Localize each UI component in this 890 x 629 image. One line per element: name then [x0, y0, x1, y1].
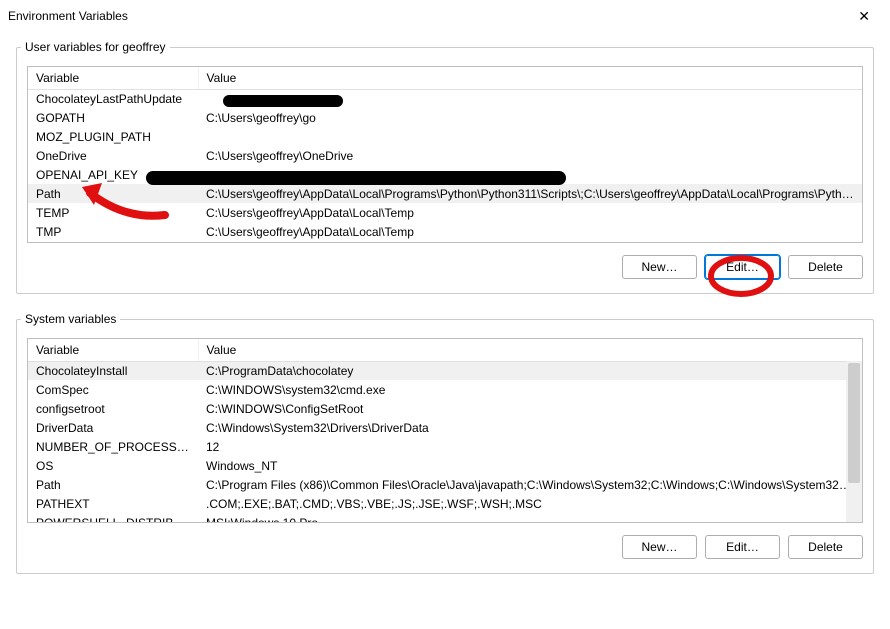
table-row[interactable]: PATHEXT.COM;.EXE;.BAT;.CMD;.VBS;.VBE;.JS…	[28, 494, 862, 513]
user-new-button[interactable]: New…	[622, 255, 697, 279]
variable-value-cell: C:\WINDOWS\system32\cmd.exe	[198, 380, 862, 399]
title-bar: Environment Variables ✕	[0, 0, 890, 32]
table-row[interactable]: DriverDataC:\Windows\System32\Drivers\Dr…	[28, 418, 862, 437]
table-row[interactable]: OneDriveC:\Users\geoffrey\OneDrive	[28, 146, 862, 165]
variable-value-cell: Windows_NT	[198, 456, 862, 475]
variable-name-cell: configsetroot	[28, 399, 198, 418]
variable-name-cell: Path	[28, 184, 198, 203]
close-icon[interactable]: ✕	[850, 4, 878, 29]
dialog-content: User variables for geoffrey Variable Val…	[0, 32, 890, 600]
variable-name-cell: GOPATH	[28, 108, 198, 127]
user-col-value-header[interactable]: Value	[198, 67, 862, 89]
scrollbar-thumb[interactable]	[848, 363, 860, 483]
variable-value-cell: C:\Users\geoffrey\OneDrive	[198, 146, 862, 165]
user-variables-group: User variables for geoffrey Variable Val…	[16, 40, 874, 294]
table-row[interactable]: PathC:\Users\geoffrey\AppData\Local\Prog…	[28, 184, 862, 203]
variable-name-cell: TEMP	[28, 203, 198, 222]
table-row[interactable]: TMPC:\Users\geoffrey\AppData\Local\Temp	[28, 222, 862, 241]
system-variables-table: Variable Value ChocolateyInstallC:\Progr…	[28, 339, 862, 523]
table-row[interactable]: POWERSHELL_DISTRIBUTIO…MSI:Windows 10 Pr…	[28, 513, 862, 523]
table-row[interactable]: MOZ_PLUGIN_PATH	[28, 127, 862, 146]
variable-value-cell: MSI:Windows 10 Pro	[198, 513, 862, 523]
variable-name-cell: OS	[28, 456, 198, 475]
system-variables-legend: System variables	[21, 312, 120, 326]
system-edit-button[interactable]: Edit…	[705, 535, 780, 559]
user-variables-table: Variable Value ChocolateyLastPathUpdateG…	[28, 67, 862, 241]
system-scrollbar[interactable]	[846, 361, 862, 522]
variable-name-cell: PATHEXT	[28, 494, 198, 513]
table-row[interactable]: ComSpecC:\WINDOWS\system32\cmd.exe	[28, 380, 862, 399]
table-row[interactable]: ChocolateyLastPathUpdate	[28, 89, 862, 108]
variable-name-cell: NUMBER_OF_PROCESSORS	[28, 437, 198, 456]
variable-name-cell: DriverData	[28, 418, 198, 437]
sys-col-variable-header[interactable]: Variable	[28, 339, 198, 361]
redaction-mark	[146, 171, 566, 185]
variable-value-cell: C:\ProgramData\chocolatey	[198, 361, 862, 380]
variable-value-cell: .COM;.EXE;.BAT;.CMD;.VBS;.VBE;.JS;.JSE;.…	[198, 494, 862, 513]
variable-value-cell: C:\WINDOWS\ConfigSetRoot	[198, 399, 862, 418]
table-row[interactable]: PathC:\Program Files (x86)\Common Files\…	[28, 475, 862, 494]
user-edit-button[interactable]: Edit…	[705, 255, 780, 279]
variable-value-cell: C:\Users\geoffrey\go	[198, 108, 862, 127]
user-col-variable-header[interactable]: Variable	[28, 67, 198, 89]
user-variables-legend: User variables for geoffrey	[21, 40, 170, 54]
table-row[interactable]: ChocolateyInstallC:\ProgramData\chocolat…	[28, 361, 862, 380]
sys-col-value-header[interactable]: Value	[198, 339, 862, 361]
table-row[interactable]: NUMBER_OF_PROCESSORS12	[28, 437, 862, 456]
user-buttons-row: New… Edit… Delete	[17, 255, 873, 293]
variable-value-cell: C:\Users\geoffrey\AppData\Local\Programs…	[198, 184, 862, 203]
user-delete-button[interactable]: Delete	[788, 255, 863, 279]
system-delete-button[interactable]: Delete	[788, 535, 863, 559]
variable-name-cell: MOZ_PLUGIN_PATH	[28, 127, 198, 146]
variable-name-cell: ChocolateyLastPathUpdate	[28, 89, 198, 108]
variable-value-cell: C:\Windows\System32\Drivers\DriverData	[198, 418, 862, 437]
table-row[interactable]: configsetrootC:\WINDOWS\ConfigSetRoot	[28, 399, 862, 418]
system-new-button[interactable]: New…	[622, 535, 697, 559]
system-variables-group: System variables Variable Value Chocolat…	[16, 312, 874, 574]
variable-name-cell: OneDrive	[28, 146, 198, 165]
variable-value-cell: C:\Program Files (x86)\Common Files\Orac…	[198, 475, 862, 494]
variable-name-cell: Path	[28, 475, 198, 494]
table-row[interactable]: TEMPC:\Users\geoffrey\AppData\Local\Temp	[28, 203, 862, 222]
variable-value-cell	[198, 127, 862, 146]
window-title: Environment Variables	[8, 9, 128, 23]
user-variables-table-wrap: Variable Value ChocolateyLastPathUpdateG…	[27, 66, 863, 243]
redaction-mark	[223, 95, 343, 107]
table-row[interactable]: OSWindows_NT	[28, 456, 862, 475]
variable-name-cell: POWERSHELL_DISTRIBUTIO…	[28, 513, 198, 523]
variable-value-cell: 12	[198, 437, 862, 456]
system-buttons-row: New… Edit… Delete	[17, 535, 873, 573]
table-row[interactable]: GOPATHC:\Users\geoffrey\go	[28, 108, 862, 127]
variable-name-cell: ChocolateyInstall	[28, 361, 198, 380]
variable-value-cell: C:\Users\geoffrey\AppData\Local\Temp	[198, 222, 862, 241]
system-variables-table-wrap: Variable Value ChocolateyInstallC:\Progr…	[27, 338, 863, 523]
variable-name-cell: TMP	[28, 222, 198, 241]
variable-name-cell: ComSpec	[28, 380, 198, 399]
variable-value-cell: C:\Users\geoffrey\AppData\Local\Temp	[198, 203, 862, 222]
